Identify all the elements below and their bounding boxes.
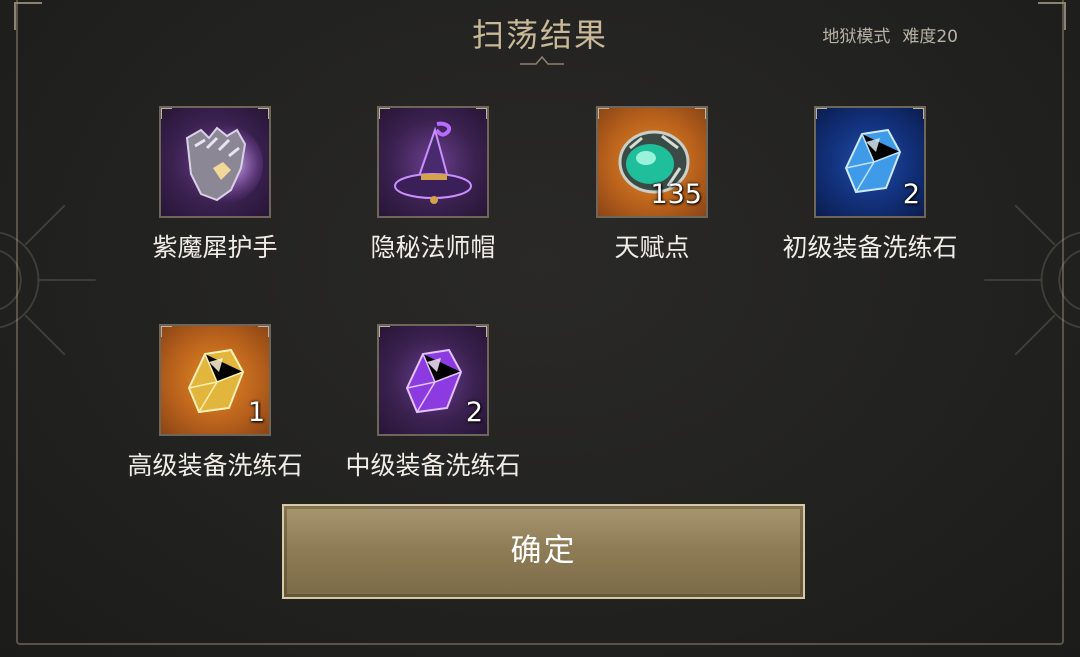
confirm-button[interactable]: 确定: [282, 504, 805, 599]
reward-name: 隐秘法师帽: [370, 233, 496, 262]
purple-gauntlet-icon: [183, 124, 263, 204]
reward-count: 1: [247, 397, 265, 428]
reward-icon-frame: 2: [814, 106, 926, 218]
reward-item[interactable]: 2 初级装备洗练石: [770, 106, 970, 264]
mode-label: 地狱模式: [822, 27, 891, 47]
difficulty-label: 难度20: [902, 27, 958, 47]
reward-name: 高级装备洗练石: [127, 451, 303, 480]
reward-icon-frame: 2: [377, 324, 489, 436]
reward-name: 紫魔犀护手: [152, 233, 278, 262]
mode-info: 地狱模式 难度20: [822, 22, 958, 47]
reward-item[interactable]: 隐秘法师帽: [333, 106, 533, 264]
sunburst-decoration: [0, 170, 100, 390]
reward-item[interactable]: 1 高级装备洗练石: [115, 324, 315, 482]
reward-icon-frame: [377, 106, 489, 218]
reward-icon-frame: 135: [596, 106, 708, 218]
reward-count: 2: [465, 397, 483, 428]
reward-item[interactable]: 2 中级装备洗练石: [333, 324, 533, 482]
reward-name: 初级装备洗练石: [782, 233, 958, 262]
reward-item[interactable]: 紫魔犀护手: [115, 106, 315, 264]
reward-count: 2: [902, 179, 920, 210]
reward-name: 天赋点: [614, 233, 690, 262]
sunburst-decoration: [980, 170, 1080, 390]
reward-icon-frame: [159, 106, 271, 218]
sweep-result-dialog: 扫荡结果 地狱模式 难度20 紫魔犀护手 隐秘法师帽 135 天赋点 2 初级装…: [0, 0, 1080, 657]
reward-item[interactable]: 135 天赋点: [552, 106, 752, 264]
title-ornament-icon: [520, 55, 564, 65]
reward-name: 中级装备洗练石: [345, 451, 521, 480]
reward-count: 135: [650, 179, 702, 210]
wizard-hat-icon: [394, 121, 472, 204]
reward-icon-frame: 1: [159, 324, 271, 436]
